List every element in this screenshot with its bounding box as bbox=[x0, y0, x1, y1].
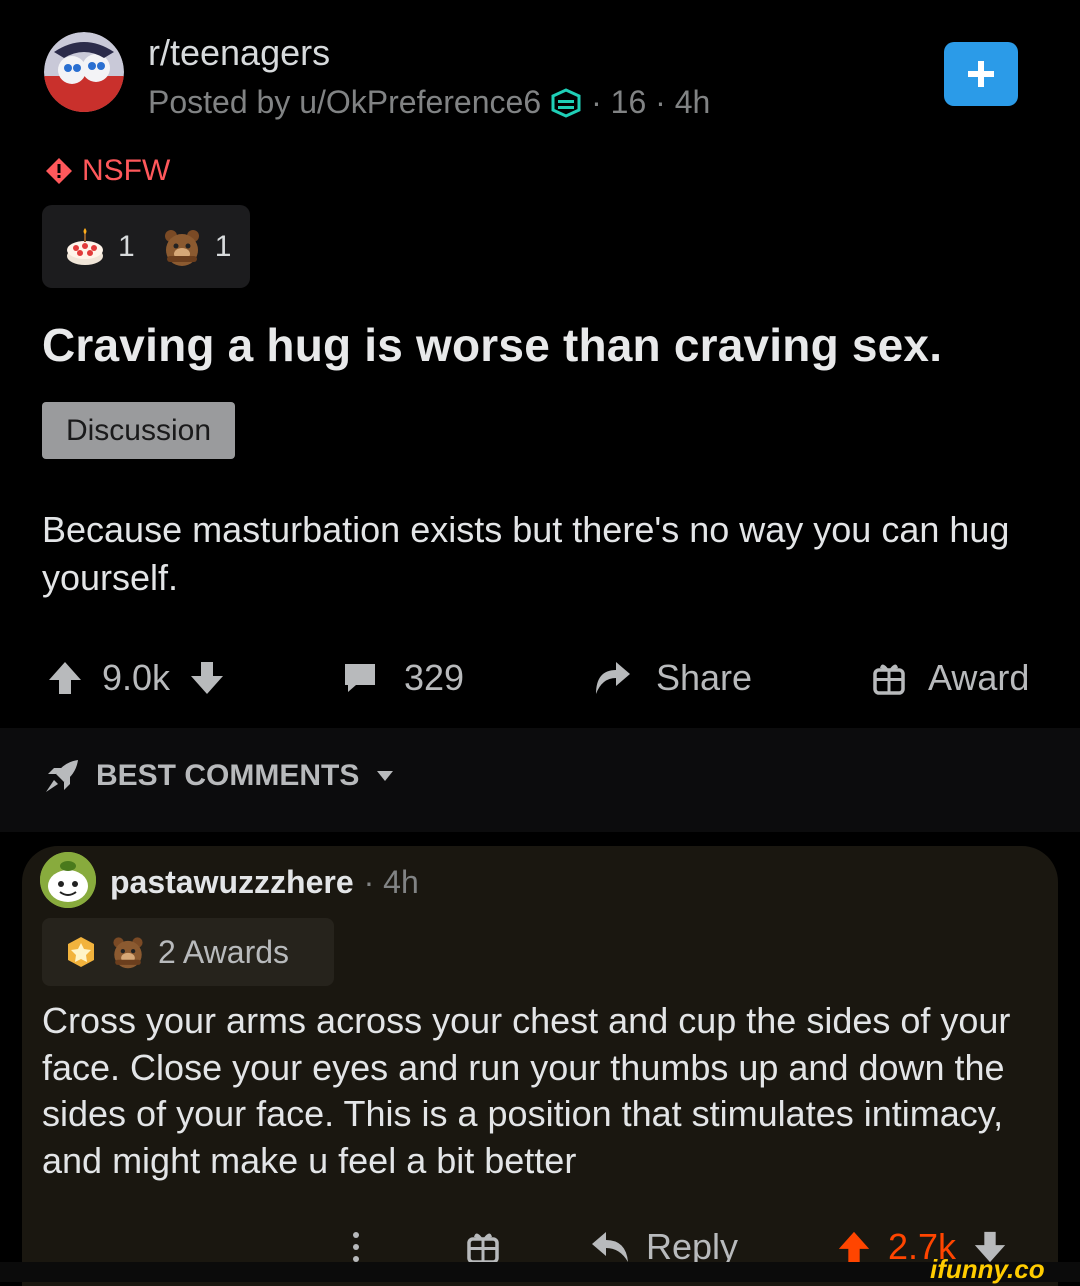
post-score: 9.0k bbox=[102, 657, 171, 698]
more-options-icon bbox=[353, 1232, 359, 1262]
bear-award-icon bbox=[113, 937, 143, 969]
post-meta: Posted by u/OkPreference6 · 16 · 4h bbox=[148, 84, 710, 121]
subreddit-avatar[interactable] bbox=[44, 32, 124, 112]
award-label: Award bbox=[928, 657, 1030, 698]
comment-username[interactable]: pastawuzzzhere bbox=[110, 864, 354, 901]
share-button[interactable]: Share bbox=[592, 650, 752, 706]
post-vote-group: 9.0k bbox=[46, 650, 226, 706]
chevron-down-icon bbox=[377, 771, 394, 781]
comment-body: Cross your arms across your chest and cu… bbox=[42, 1000, 1011, 1181]
post-awards[interactable]: 1 1 bbox=[42, 205, 250, 288]
gift-icon bbox=[873, 664, 905, 695]
comment-icon bbox=[345, 664, 375, 692]
post-title[interactable]: Craving a hug is worse than craving sex. bbox=[42, 318, 942, 372]
bear-award-icon bbox=[164, 229, 199, 266]
user-flair-icon bbox=[549, 87, 583, 118]
watermark: ifunny.co bbox=[930, 1254, 1045, 1284]
comment-header: pastawuzzzhere · 4h bbox=[110, 864, 419, 901]
sort-dropdown[interactable]: BEST COMMENTS bbox=[44, 758, 395, 794]
post-flair[interactable]: Discussion bbox=[42, 402, 235, 459]
comment-awards-label: 2 Awards bbox=[158, 933, 290, 970]
upvote-icon[interactable] bbox=[836, 1229, 872, 1265]
upvote-icon[interactable] bbox=[46, 659, 84, 697]
gift-icon bbox=[467, 1233, 499, 1264]
rocket-icon bbox=[46, 760, 78, 792]
nsfw-tag: NSFW bbox=[44, 154, 170, 188]
join-button[interactable] bbox=[944, 42, 1018, 106]
post-score-age: · 16 · 4h bbox=[591, 84, 711, 120]
sort-label: BEST COMMENTS bbox=[96, 759, 360, 792]
share-icon bbox=[596, 662, 630, 694]
comment-time: · 4h bbox=[363, 864, 419, 900]
comment-awards[interactable]: 2 Awards bbox=[42, 918, 334, 986]
plus-icon bbox=[968, 61, 994, 87]
award-count-2: 1 bbox=[214, 229, 232, 263]
award-button[interactable]: Award bbox=[872, 650, 1029, 706]
reply-icon bbox=[592, 1232, 628, 1262]
commenter-avatar[interactable] bbox=[40, 852, 96, 908]
nsfw-warning-icon bbox=[46, 158, 72, 184]
downvote-icon[interactable] bbox=[188, 659, 226, 697]
posted-by[interactable]: Posted by u/OkPreference6 bbox=[148, 84, 541, 121]
helpful-award-icon bbox=[68, 937, 94, 967]
subreddit-name[interactable]: r/teenagers bbox=[148, 32, 330, 74]
award-count-1: 1 bbox=[118, 229, 135, 263]
comment-count: 329 bbox=[404, 657, 465, 698]
post-body: Because masturbation exists but there's … bbox=[42, 509, 1010, 598]
share-label: Share bbox=[656, 657, 753, 698]
bottom-strip bbox=[0, 1262, 1080, 1282]
nsfw-label: NSFW bbox=[82, 154, 171, 187]
comments-button[interactable]: 329 bbox=[342, 650, 464, 706]
cake-award-icon bbox=[67, 227, 103, 265]
